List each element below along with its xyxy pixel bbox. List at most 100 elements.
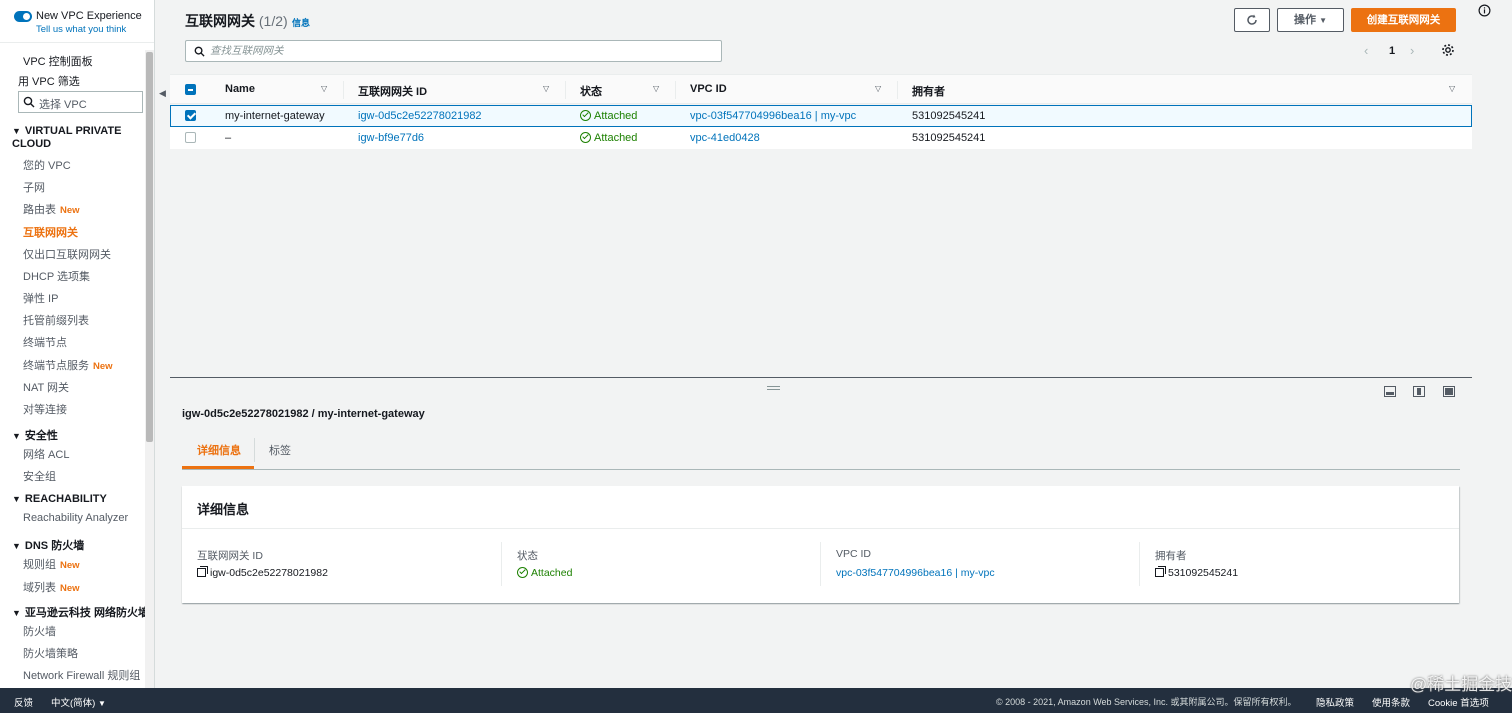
column-divider[interactable] (343, 81, 344, 99)
sidebar-item-internet-gateways[interactable]: 互联网网关 (23, 224, 78, 240)
page-number[interactable]: 1 (1389, 45, 1395, 57)
column-divider[interactable] (675, 81, 676, 99)
resize-handle-icon[interactable] (767, 386, 780, 390)
cell-name: – (225, 132, 232, 144)
info-link[interactable]: 信息 (292, 16, 310, 29)
section-reachability[interactable]: ▼ REACHABILITY (12, 493, 107, 505)
column-header-status[interactable]: 状态 (580, 83, 602, 99)
cell-vpc-id[interactable]: vpc-03f547704996bea16 | my-vpc (690, 110, 856, 122)
row-checkbox[interactable] (185, 132, 196, 143)
sidebar-item-nf-rule-groups[interactable]: Network Firewall 规则组 (23, 667, 140, 683)
sort-icon[interactable]: ▽ (1449, 84, 1455, 93)
tab-tags[interactable]: 标签 (269, 442, 291, 458)
sidebar-item-dashboard[interactable]: VPC 控制面板 (23, 53, 93, 69)
sidebar: New VPC Experience Tell us what you thin… (0, 0, 155, 688)
sidebar-scrollbar[interactable] (145, 50, 154, 688)
new-badge: New (60, 205, 80, 216)
sidebar-item-reachability-analyzer[interactable]: Reachability Analyzer (23, 512, 128, 524)
sidebar-item-dhcp-options[interactable]: DHCP 选项集 (23, 268, 90, 284)
sidebar-divider (0, 42, 154, 43)
search-input[interactable] (210, 43, 710, 59)
privacy-link[interactable]: 隐私政策 (1316, 695, 1354, 709)
table-header: Name ▽ 互联网网关 ID ▽ 状态 ▽ VPC ID ▽ 拥有者 ▽ (170, 74, 1472, 104)
cell-igw-id[interactable]: igw-bf9e77d6 (358, 132, 424, 144)
panel-bottom-icon[interactable] (1384, 386, 1396, 397)
copy-icon[interactable] (197, 566, 208, 577)
toggle-switch[interactable] (14, 11, 32, 22)
previous-page-icon[interactable]: ‹ (1364, 43, 1368, 58)
field-divider (501, 542, 502, 586)
sidebar-item-subnets[interactable]: 子网 (23, 179, 45, 195)
select-all-checkbox[interactable] (185, 84, 196, 95)
copyright: © 2008 - 2021, Amazon Web Services, Inc.… (996, 697, 1297, 707)
internet-gateways-table: Name ▽ 互联网网关 ID ▽ 状态 ▽ VPC ID ▽ 拥有者 ▽ my… (170, 74, 1472, 376)
vpc-filter-select[interactable]: 选择 VPC (18, 91, 143, 113)
panel-side-icon[interactable] (1413, 386, 1425, 397)
sidebar-item-security-groups[interactable]: 安全组 (23, 468, 56, 484)
sidebar-item-endpoint-services[interactable]: 终端节点服务 New (23, 357, 113, 373)
terms-link[interactable]: 使用条款 (1372, 695, 1410, 709)
tab-details[interactable]: 详细信息 (197, 442, 241, 458)
column-header-igw-id[interactable]: 互联网网关 ID (358, 83, 427, 99)
section-dns-firewall[interactable]: ▼ DNS 防火墙 (12, 537, 84, 553)
table-row[interactable]: my-internet-gateway igw-0d5c2e5227802198… (170, 105, 1472, 127)
language-selector[interactable]: 中文(简体) ▼ (51, 695, 106, 709)
caret-down-icon: ▼ (1319, 16, 1327, 25)
field-value-vpc-id[interactable]: vpc-03f547704996bea16 | my-vpc (836, 567, 995, 579)
collapse-sidebar-icon[interactable]: ◀ (159, 88, 167, 100)
sidebar-item-firewalls[interactable]: 防火墙 (23, 623, 56, 639)
refresh-button[interactable] (1234, 8, 1270, 32)
sidebar-item-your-vpcs[interactable]: 您的 VPC (23, 157, 71, 173)
sort-icon[interactable]: ▽ (875, 84, 881, 93)
section-security[interactable]: ▼ 安全性 (12, 427, 58, 443)
sidebar-item-peering[interactable]: 对等连接 (23, 401, 67, 417)
feedback-link[interactable]: Tell us what you think (36, 24, 126, 35)
selection-count: (1/2) (258, 13, 288, 29)
section-vpc[interactable]: ▼ VIRTUAL PRIVATE CLOUD (12, 125, 137, 151)
feedback-link[interactable]: 反馈 (14, 695, 33, 709)
column-divider[interactable] (565, 81, 566, 99)
field-value-owner: 531092545241 (1155, 566, 1238, 579)
column-header-owner[interactable]: 拥有者 (912, 83, 945, 99)
sort-icon[interactable]: ▽ (321, 84, 327, 93)
scrollbar-thumb[interactable] (146, 52, 153, 442)
sidebar-item-nat-gateways[interactable]: NAT 网关 (23, 379, 69, 395)
field-divider (820, 542, 821, 586)
sidebar-item-egress-only-igw[interactable]: 仅出口互联网网关 (23, 246, 111, 262)
cell-igw-id[interactable]: igw-0d5c2e52278021982 (358, 110, 482, 122)
column-divider[interactable] (897, 81, 898, 99)
sidebar-item-domain-lists[interactable]: 域列表 New (23, 579, 80, 595)
field-divider (1139, 542, 1140, 586)
section-network-firewall[interactable]: ▼ 亚马逊云科技 网络防火墙 (12, 604, 149, 620)
sidebar-item-network-acl[interactable]: 网络 ACL (23, 446, 69, 462)
sort-icon[interactable]: ▽ (653, 84, 659, 93)
cell-vpc-id[interactable]: vpc-41ed0428 (690, 132, 760, 144)
create-internet-gateway-button[interactable]: 创建互联网网关 (1351, 8, 1456, 32)
next-page-icon[interactable]: › (1410, 43, 1414, 58)
row-checkbox[interactable] (185, 110, 196, 121)
refresh-icon (1247, 14, 1257, 25)
sort-icon[interactable]: ▽ (543, 84, 549, 93)
caret-down-icon: ▼ (12, 431, 21, 441)
gear-icon[interactable] (1441, 43, 1455, 57)
details-card: 详细信息 互联网网关 ID igw-0d5c2e52278021982 状态 A… (182, 486, 1459, 603)
sidebar-item-prefix-lists[interactable]: 托管前缀列表 (23, 312, 89, 328)
sidebar-item-firewall-policies[interactable]: 防火墙策略 (23, 645, 78, 661)
field-label-status: 状态 (517, 550, 538, 562)
cookie-preferences-link[interactable]: Cookie 首选项 (1428, 695, 1489, 709)
table-row[interactable]: – igw-bf9e77d6 Attached vpc-41ed0428 531… (170, 127, 1472, 149)
info-icon[interactable] (1478, 4, 1491, 17)
sidebar-item-endpoints[interactable]: 终端节点 (23, 334, 67, 350)
search-icon (194, 46, 205, 57)
sidebar-item-rule-groups[interactable]: 规则组 New (23, 556, 80, 572)
search-box[interactable] (185, 40, 722, 62)
new-badge: New (93, 361, 113, 372)
column-header-name[interactable]: Name (225, 83, 255, 95)
new-vpc-experience-toggle[interactable]: New VPC Experience Tell us what you thin… (14, 10, 154, 40)
sidebar-item-elastic-ip[interactable]: 弹性 IP (23, 290, 58, 306)
column-header-vpc-id[interactable]: VPC ID (690, 83, 727, 95)
sidebar-item-route-tables[interactable]: 路由表 New (23, 201, 80, 217)
panel-full-icon[interactable] (1443, 386, 1455, 397)
actions-button[interactable]: 操作 ▼ (1277, 8, 1344, 32)
copy-icon[interactable] (1155, 566, 1166, 577)
